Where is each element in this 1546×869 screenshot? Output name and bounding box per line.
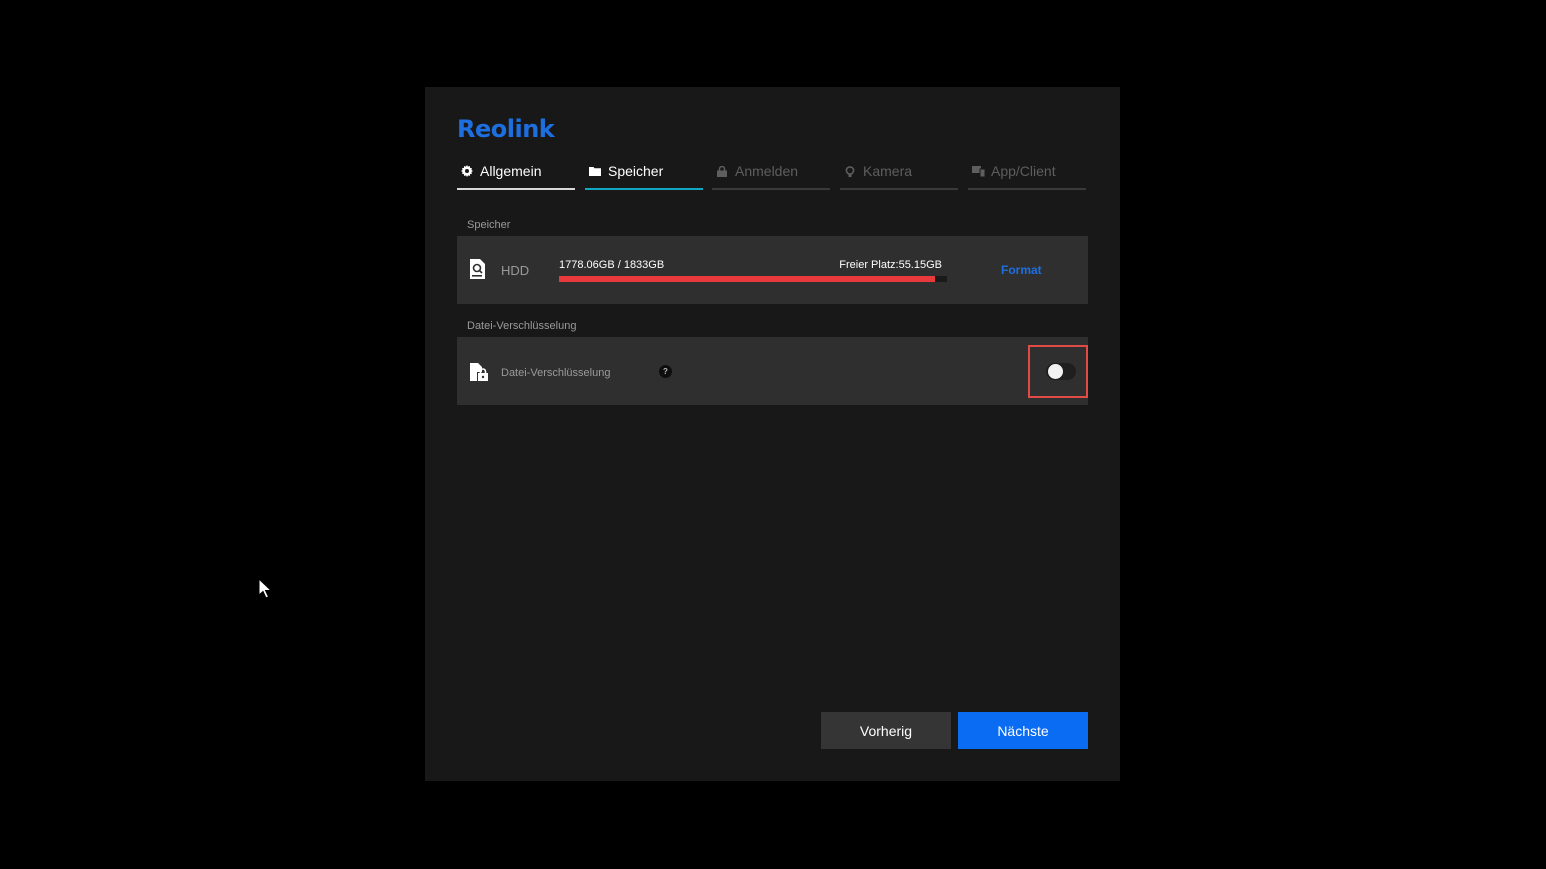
setup-wizard-dialog: Reolink Allgemein Speicher Anmelden Kame… xyxy=(425,87,1120,781)
previous-button[interactable]: Vorherig xyxy=(821,712,951,749)
tab-speicher[interactable]: Speicher xyxy=(585,163,703,190)
next-button[interactable]: Nächste xyxy=(958,712,1088,749)
encryption-card: Datei-Verschlüsselung ? xyxy=(457,337,1088,405)
tab-anmelden[interactable]: Anmelden xyxy=(712,163,830,190)
storage-usage-fill xyxy=(559,276,936,282)
mouse-cursor-icon xyxy=(258,577,273,600)
storage-free-text: Freier Platz:55.15GB xyxy=(839,259,942,271)
storage-used-text: 1778.06GB / 1833GB xyxy=(559,259,665,271)
file-lock-icon xyxy=(470,363,488,381)
format-button[interactable]: Format xyxy=(1001,263,1042,277)
tab-label: App/Client xyxy=(991,163,1056,179)
toggle-highlight-frame xyxy=(1028,345,1088,398)
storage-usage-bar xyxy=(559,276,947,282)
folder-icon xyxy=(588,163,602,179)
storage-card: HDD 1778.06GB / 1833GB Freier Platz:55.1… xyxy=(457,236,1088,304)
screen: Reolink Allgemein Speicher Anmelden Kame… xyxy=(0,0,1546,869)
devices-icon xyxy=(971,163,985,179)
encryption-section-label: Datei-Verschlüsselung xyxy=(467,320,577,332)
encryption-label: Datei-Verschlüsselung xyxy=(501,367,611,379)
tab-label: Kamera xyxy=(863,163,913,179)
tab-label: Anmelden xyxy=(735,163,799,179)
gear-icon xyxy=(460,163,474,179)
hdd-label: HDD xyxy=(501,263,530,278)
tab-app-client[interactable]: App/Client xyxy=(968,163,1086,190)
wizard-tabs: Allgemein Speicher Anmelden Kamera App/C… xyxy=(457,163,1086,191)
tab-allgemein[interactable]: Allgemein xyxy=(457,163,575,190)
hdd-icon xyxy=(469,259,485,279)
toggle-knob xyxy=(1048,364,1063,379)
storage-section-label: Speicher xyxy=(467,219,511,231)
tab-label: Allgemein xyxy=(480,163,542,179)
tab-label: Speicher xyxy=(608,163,664,179)
tab-kamera[interactable]: Kamera xyxy=(840,163,958,190)
lock-icon xyxy=(715,163,729,179)
reolink-logo: Reolink xyxy=(457,115,555,143)
help-icon[interactable]: ? xyxy=(659,365,672,378)
encryption-toggle[interactable] xyxy=(1046,363,1076,380)
camera-icon xyxy=(843,163,857,179)
